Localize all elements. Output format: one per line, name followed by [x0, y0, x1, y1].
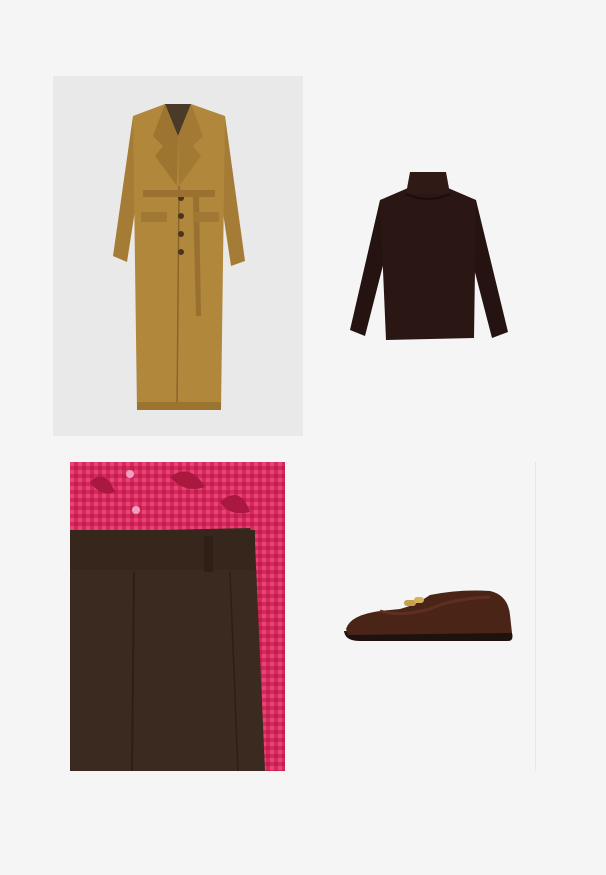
- shoe-product-image[interactable]: [340, 585, 520, 650]
- turtleneck-sweater-icon: [350, 172, 508, 340]
- pants-product-image[interactable]: [70, 462, 285, 771]
- divider: [535, 462, 536, 771]
- trench-coat-icon: [53, 76, 303, 436]
- sweater-product-image[interactable]: [340, 160, 515, 350]
- coat-product-image[interactable]: [53, 76, 303, 436]
- trousers-icon: [70, 462, 285, 771]
- loafer-shoe-icon: [344, 590, 513, 641]
